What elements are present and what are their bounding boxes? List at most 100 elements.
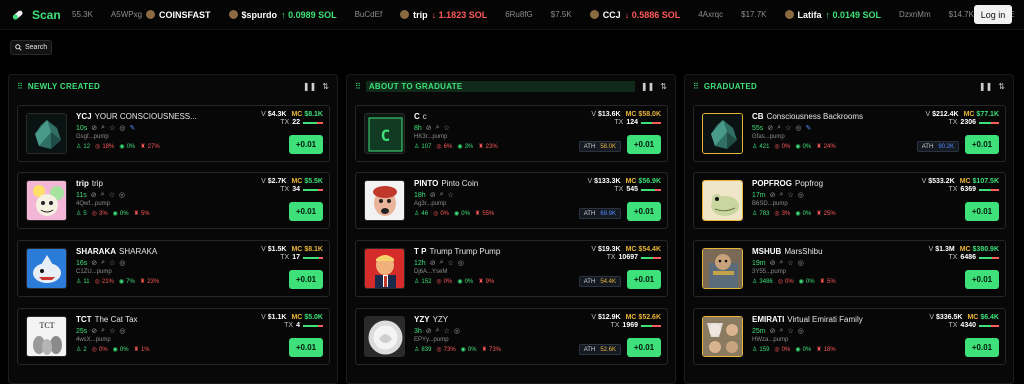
pump-icon[interactable]: ✎ <box>129 124 135 132</box>
token-card[interactable]: EMIRATI Virtual Emirati Family 25m ⊘ ⌕ ☆ ◎ HWza… <box>693 308 1006 365</box>
drag-handle-icon[interactable]: ⠿ <box>17 82 23 91</box>
token-symbol[interactable]: POPFROG <box>752 179 792 188</box>
star-icon[interactable]: ☆ <box>787 259 793 267</box>
globe-icon[interactable]: ◎ <box>458 259 464 267</box>
quick-buy-button[interactable]: +0.01 <box>289 270 323 289</box>
globe-icon[interactable]: ◎ <box>119 191 125 199</box>
token-symbol[interactable]: MSHUB <box>752 247 781 256</box>
ticker-item[interactable]: A5WPxg COINSFAST <box>111 10 211 20</box>
quick-buy-button[interactable]: +0.01 <box>627 338 661 357</box>
globe-icon[interactable]: ◎ <box>798 191 804 199</box>
token-address[interactable]: EPYy...pump <box>414 337 584 343</box>
token-image[interactable] <box>364 180 405 221</box>
star-icon[interactable]: ☆ <box>444 327 450 335</box>
token-address[interactable]: 4Qwf...pump <box>76 201 246 207</box>
token-address[interactable]: Gfas...pump <box>752 134 922 140</box>
pause-icon[interactable]: ❚❚ <box>641 82 654 91</box>
hide-icon[interactable]: ⊘ <box>767 124 773 132</box>
hide-icon[interactable]: ⊘ <box>430 191 436 199</box>
token-address[interactable]: HK3r...pump <box>414 134 584 140</box>
token-symbol[interactable]: EMIRATI <box>752 315 784 324</box>
drag-handle-icon[interactable]: ⠿ <box>693 82 699 91</box>
star-icon[interactable]: ☆ <box>785 124 791 132</box>
hide-icon[interactable]: ⊘ <box>91 191 97 199</box>
token-symbol[interactable]: C <box>414 112 420 121</box>
star-icon[interactable]: ☆ <box>109 191 115 199</box>
token-symbol[interactable]: CB <box>752 112 764 121</box>
filter-icon[interactable]: ⇅ <box>660 82 667 91</box>
ticker-item[interactable]: $7.5K <box>551 10 572 19</box>
search-icon[interactable]: ⌕ <box>101 259 105 267</box>
filter-icon[interactable]: ⇅ <box>998 82 1005 91</box>
token-card[interactable]: YZY YZY 3h ⊘ ⌕ ☆ ◎ EPYy...pump ♙ 839 ◎ 73% ◉ 0% ♜ 73% V … <box>355 308 668 365</box>
search-icon[interactable]: ⌕ <box>101 327 105 335</box>
ticker-item[interactable]: trip ↓ 1.1823 SOL <box>400 10 487 20</box>
search-button[interactable]: Search <box>10 40 52 55</box>
search-icon[interactable]: ⌕ <box>440 259 444 267</box>
ticker-item[interactable]: $17.7K <box>741 10 766 19</box>
token-card[interactable]: C Cc 8h ⊘ ⌕ ☆ HK3r...pump ♙ 107 ◎ 6% ◉ 3% ♜ 23% V $13.6… <box>355 105 668 162</box>
token-card[interactable]: trip trip 11s ⊘ ⌕ ☆ ◎ 4Qwf...pump ♙ 5 ◎ 3% ◉ 0% ♜ 5% V $… <box>17 172 330 229</box>
ticker-item[interactable]: BuCdEf <box>355 10 383 19</box>
search-icon[interactable]: ⌕ <box>436 124 440 132</box>
search-icon[interactable]: ⌕ <box>436 327 440 335</box>
token-address[interactable]: Ag3r...pump <box>414 201 584 207</box>
token-address[interactable]: C1ZU...pump <box>76 269 246 275</box>
star-icon[interactable]: ☆ <box>109 124 115 132</box>
globe-icon[interactable]: ◎ <box>119 124 125 132</box>
search-icon[interactable]: ⌕ <box>777 124 781 132</box>
token-symbol[interactable]: trip <box>76 179 89 188</box>
ticker-item[interactable]: 55.3K <box>72 10 93 19</box>
token-symbol[interactable]: YZY <box>414 315 430 324</box>
globe-icon[interactable]: ◎ <box>798 327 804 335</box>
star-icon[interactable]: ☆ <box>787 191 793 199</box>
token-symbol[interactable]: PINTO <box>414 179 438 188</box>
hide-icon[interactable]: ⊘ <box>770 259 776 267</box>
token-card[interactable]: SHARAKA SHARAKA 16s ⊘ ⌕ ☆ ◎ C1ZU...pump ♙ 11 ◎ 21% ◉… <box>17 240 330 297</box>
ticker-item[interactable]: $14.7K <box>949 10 974 19</box>
quick-buy-button[interactable]: +0.01 <box>965 202 999 221</box>
token-image[interactable]: TCT <box>26 316 67 357</box>
logo[interactable]: Scan <box>0 8 72 22</box>
quick-buy-button[interactable]: +0.01 <box>965 270 999 289</box>
pause-icon[interactable]: ❚❚ <box>303 82 316 91</box>
token-address[interactable]: 3Y55...pump <box>752 269 922 275</box>
token-address[interactable]: HWza...pump <box>752 337 922 343</box>
pump-icon[interactable]: ✎ <box>805 124 811 132</box>
pause-icon[interactable]: ❚❚ <box>979 82 992 91</box>
ticker-item[interactable]: 4Axrqc <box>698 10 723 19</box>
drag-handle-icon[interactable]: ⠿ <box>355 82 361 91</box>
quick-buy-button[interactable]: +0.01 <box>289 202 323 221</box>
globe-icon[interactable]: ◎ <box>119 259 125 267</box>
ticker-item[interactable]: DzxnMm <box>899 10 931 19</box>
token-card[interactable]: T P Trump Trump Pump 12h ⊘ ⌕ ☆ ◎ Dj6A...YseM ♙ 15… <box>355 240 668 297</box>
token-card[interactable]: TCT TCT The Cat Tax 25s ⊘ ⌕ ☆ ◎ 4wsX...pump ♙ 2 ◎ 0%… <box>17 308 330 365</box>
hide-icon[interactable]: ⊘ <box>426 124 432 132</box>
quick-buy-button[interactable]: +0.01 <box>965 338 999 357</box>
search-icon[interactable]: ⌕ <box>101 191 105 199</box>
token-symbol[interactable]: T P <box>414 247 426 256</box>
ticker-item[interactable]: Latifa ↑ 0.0149 SOL <box>784 10 881 20</box>
token-card[interactable]: POPFROG Popfrog 17m ⊘ ⌕ ☆ ◎ B6SD...pump ♙ 783 ◎ 3% ◉… <box>693 172 1006 229</box>
token-symbol[interactable]: TCT <box>76 315 92 324</box>
star-icon[interactable]: ☆ <box>787 327 793 335</box>
search-icon[interactable]: ⌕ <box>440 191 444 199</box>
globe-icon[interactable]: ◎ <box>454 327 460 335</box>
token-image[interactable] <box>26 248 67 289</box>
token-image[interactable] <box>26 180 67 221</box>
star-icon[interactable]: ☆ <box>109 327 115 335</box>
token-image[interactable] <box>702 248 743 289</box>
search-icon[interactable]: ⌕ <box>780 191 784 199</box>
ticker-item[interactable]: CCJ ↓ 0.5886 SOL <box>589 10 680 20</box>
hide-icon[interactable]: ⊘ <box>770 191 776 199</box>
hide-icon[interactable]: ⊘ <box>91 124 97 132</box>
hide-icon[interactable]: ⊘ <box>91 259 97 267</box>
search-icon[interactable]: ⌕ <box>780 259 784 267</box>
quick-buy-button[interactable]: +0.01 <box>289 338 323 357</box>
hide-icon[interactable]: ⊘ <box>91 327 97 335</box>
globe-icon[interactable]: ◎ <box>798 259 804 267</box>
star-icon[interactable]: ☆ <box>444 124 450 132</box>
ticker-item[interactable]: 6Ru8fG <box>505 10 533 19</box>
hide-icon[interactable]: ⊘ <box>426 327 432 335</box>
token-card[interactable]: CB Consciousness Backrooms 55s ⊘ ⌕ ☆ ◎ ✎ Gfas...… <box>693 105 1006 162</box>
